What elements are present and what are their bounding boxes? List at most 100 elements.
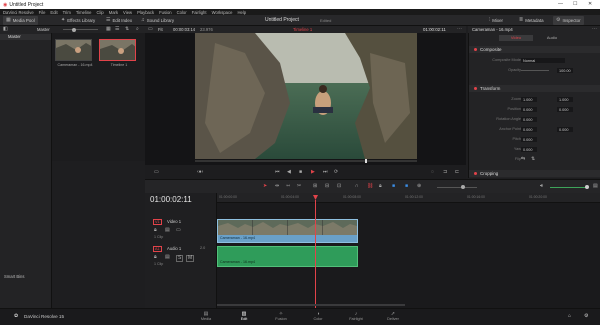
- timeline-thumbnail[interactable]: [99, 39, 136, 61]
- page-color[interactable]: ◑ Color: [303, 311, 333, 321]
- inspector-options-icon[interactable]: ⋯: [592, 27, 597, 32]
- timeline-scrollbar[interactable]: [217, 304, 405, 306]
- menu-item[interactable]: Fairlight: [192, 10, 207, 15]
- menu-item[interactable]: DaVinci Resolve: [3, 10, 34, 15]
- sound-library-button[interactable]: ♫ Sound Library: [138, 16, 177, 25]
- close-button[interactable]: ✕: [588, 1, 592, 7]
- mixer-button[interactable]: ⫶ Mixer: [486, 16, 506, 25]
- flip-horizontal-icon[interactable]: ⇆: [521, 157, 525, 162]
- jog-icon[interactable]: ‹●›: [197, 170, 203, 175]
- page-deliver[interactable]: ➚ Deliver: [378, 311, 408, 321]
- viewer-mode-icon[interactable]: ▭: [148, 27, 153, 32]
- overwrite-clip-icon[interactable]: ⊟: [325, 184, 329, 189]
- cropping-section[interactable]: Cropping: [469, 170, 600, 177]
- section-enabled-icon[interactable]: [474, 172, 477, 175]
- dynamic-trim-icon[interactable]: ⇿: [286, 184, 290, 189]
- settings-gear-icon[interactable]: ⚙: [584, 314, 588, 319]
- play-reverse-icon[interactable]: ◀: [287, 170, 291, 175]
- flip-vertical-icon[interactable]: ⇅: [531, 157, 535, 162]
- section-enabled-icon[interactable]: [474, 48, 477, 51]
- mute-button[interactable]: M: [186, 255, 195, 262]
- rotation-value[interactable]: 0.000: [521, 117, 537, 122]
- composite-section[interactable]: Composite: [469, 46, 600, 53]
- page-edit[interactable]: ▥ Edit: [229, 311, 259, 321]
- timeline-zoom-knob[interactable]: [461, 185, 465, 189]
- lock-track-icon[interactable]: 🔒︎: [154, 228, 157, 233]
- menu-item[interactable]: Workspace: [212, 10, 233, 15]
- menu-item[interactable]: Clip: [97, 10, 104, 15]
- page-fairlight[interactable]: ♪ Fairlight: [341, 311, 371, 321]
- master-bin[interactable]: Master: [0, 34, 51, 40]
- menu-item[interactable]: Help: [237, 10, 246, 15]
- metadata-button[interactable]: ≣ Metadata: [516, 16, 547, 25]
- viewer-scrubber[interactable]: [195, 160, 417, 162]
- grid-view-icon[interactable]: ▦: [106, 27, 111, 32]
- marker-icon[interactable]: ■: [405, 184, 408, 189]
- insert-clip-icon[interactable]: ⊞: [313, 184, 317, 189]
- timeline-zoom-slider[interactable]: [437, 187, 477, 188]
- go-to-end-icon[interactable]: ⏭: [323, 170, 328, 175]
- snapping-icon[interactable]: ∩: [355, 184, 359, 189]
- mark-out-icon[interactable]: ⊏: [455, 170, 459, 175]
- media-pool-button[interactable]: ▦ Media Pool: [3, 16, 38, 25]
- tab-video[interactable]: Video: [499, 35, 533, 41]
- search-icon[interactable]: ⌕: [136, 27, 139, 32]
- mark-in-icon[interactable]: ⊐: [443, 170, 447, 175]
- opacity-value[interactable]: 100.00: [557, 68, 573, 73]
- tab-audio[interactable]: Audio: [535, 35, 569, 41]
- video-frame[interactable]: [195, 33, 417, 159]
- pitch-value[interactable]: 0.000: [521, 137, 537, 142]
- video-clip[interactable]: Cameraman - 16.mp4: [217, 219, 358, 243]
- menu-item[interactable]: Fusion: [159, 10, 172, 15]
- play-icon[interactable]: ▶: [311, 170, 315, 175]
- blade-tool-icon[interactable]: ✂: [297, 184, 301, 189]
- position-y-value[interactable]: 0.000: [557, 107, 573, 112]
- menu-item[interactable]: Mark: [109, 10, 118, 15]
- bin-dropdown[interactable]: Master: [37, 27, 50, 32]
- transform-section[interactable]: Transform: [469, 85, 600, 92]
- zoom-detail-icon[interactable]: ⊕: [417, 184, 421, 189]
- menu-item[interactable]: File: [39, 10, 46, 15]
- auto-select-icon[interactable]: ▤: [165, 228, 170, 233]
- section-enabled-icon[interactable]: [474, 87, 477, 90]
- loop-icon[interactable]: ⟳: [334, 170, 338, 175]
- menu-item[interactable]: Edit: [50, 10, 57, 15]
- opacity-slider[interactable]: [521, 70, 549, 71]
- zoom-y-value[interactable]: 1.000: [557, 97, 573, 102]
- menu-item[interactable]: View: [123, 10, 132, 15]
- master-volume-slider[interactable]: [550, 187, 588, 188]
- position-lock-icon[interactable]: 🔒︎: [379, 184, 382, 189]
- sort-icon[interactable]: ⇅: [125, 27, 129, 32]
- timeline-menu-icon[interactable]: ▤: [593, 184, 598, 189]
- composite-mode-dropdown[interactable]: Normal: [521, 58, 565, 63]
- replace-clip-icon[interactable]: ⊡: [337, 184, 341, 189]
- go-to-start-icon[interactable]: ⏮: [275, 170, 280, 175]
- master-volume-knob[interactable]: [585, 185, 589, 189]
- flag-icon[interactable]: ■: [392, 184, 395, 189]
- smart-bins-label[interactable]: Smart Bins: [4, 274, 24, 279]
- menu-item[interactable]: Timeline: [76, 10, 92, 15]
- thumbnail-size-knob[interactable]: [72, 27, 76, 32]
- home-icon[interactable]: ⌂: [568, 314, 571, 319]
- page-fusion[interactable]: ✧ Fusion: [266, 311, 296, 321]
- panel-toggle-icon[interactable]: ◧: [3, 27, 8, 32]
- options-icon[interactable]: ⋯: [457, 27, 462, 32]
- audio-volume-icon[interactable]: 🔊︎: [540, 184, 543, 189]
- audio-clip[interactable]: Cameraman - 16.mp4: [217, 246, 358, 267]
- effects-library-button[interactable]: ✦ Effects Library: [58, 16, 98, 25]
- solo-button[interactable]: S: [176, 255, 184, 262]
- linked-selection-icon[interactable]: ⛓: [367, 184, 373, 189]
- edit-index-button[interactable]: ☰ Edit Index: [103, 16, 135, 25]
- selection-tool-icon[interactable]: ➤: [263, 184, 267, 189]
- stop-icon[interactable]: ■: [299, 170, 302, 175]
- clip-thumbnail[interactable]: [55, 39, 92, 61]
- list-view-icon[interactable]: ☰: [115, 27, 119, 32]
- lock-track-icon[interactable]: 🔒︎: [154, 255, 157, 260]
- anchor-x-value[interactable]: 0.000: [521, 127, 537, 132]
- zoom-fit-dropdown[interactable]: Fit: [158, 27, 163, 32]
- minimize-button[interactable]: —: [558, 1, 563, 7]
- track-id-badge[interactable]: A1: [153, 246, 162, 252]
- thumbnail-size-slider[interactable]: [63, 29, 98, 30]
- inspector-button[interactable]: ⚙ Inspector: [553, 16, 584, 25]
- yaw-value[interactable]: 0.000: [521, 147, 537, 152]
